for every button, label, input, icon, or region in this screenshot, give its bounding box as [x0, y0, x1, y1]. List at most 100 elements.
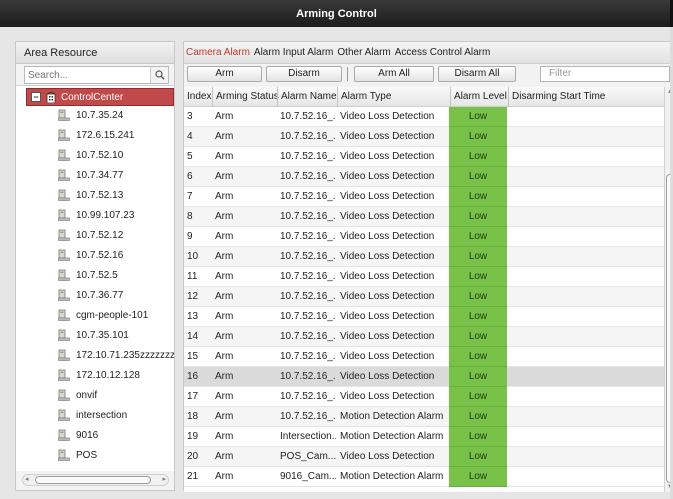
table-row[interactable]: 15 Arm 10.7.52.16_... Video Loss Detection L… [184, 347, 664, 367]
tab-other-alarm[interactable]: Other Alarm [335, 42, 392, 64]
disarm-all-button[interactable]: Disarm All [438, 66, 516, 82]
table-row[interactable]: 21 Arm 9016_Cam... Motion Detection Alarm Lo… [184, 467, 664, 487]
tree-device-item[interactable]: 10.7.52.12 [58, 226, 123, 244]
cell-index: 13 [187, 311, 199, 322]
tree-device-item[interactable]: 10.7.35.24 [58, 106, 123, 124]
table-row[interactable]: 9 Arm 10.7.52.16_... Video Loss Detection Lo… [184, 227, 664, 247]
tree-device-item[interactable]: 10.7.52.5 [58, 266, 118, 284]
table-row[interactable]: 11 Arm 10.7.52.16_... Video Loss Detection L… [184, 267, 664, 287]
table-row[interactable]: 10 Arm 10.7.52.16_... Video Loss Detection L… [184, 247, 664, 267]
cell-index: 12 [187, 291, 199, 302]
column-header-alarm-type[interactable]: Alarm Type [337, 87, 391, 107]
tree-device-item[interactable]: cgm-people-101 [58, 306, 148, 324]
tree-root-controlcenter[interactable]: − ControlCenter [26, 88, 174, 106]
table-row[interactable]: 6 Arm 10.7.52.16_... Video Loss Detection Lo… [184, 167, 664, 187]
tree-device-label: 9016 [76, 429, 99, 441]
cell-arming-status: Arm [215, 351, 234, 362]
area-resource-panel: Area Resource − ControlCenter 10.7.35.24… [15, 41, 175, 491]
tree-device-item[interactable]: 9016 [58, 426, 98, 444]
tree-device-label: 10.7.52.16 [76, 249, 124, 261]
tab-access-control-alarm[interactable]: Access Control Alarm [393, 42, 493, 64]
tab-camera-alarm[interactable]: Camera Alarm [184, 42, 252, 64]
cell-alarm-name: 10.7.52.16_... [280, 131, 336, 142]
cell-index: 17 [187, 391, 199, 402]
column-header-alarm-name[interactable]: Alarm Name [277, 87, 337, 107]
cell-alarm-name: 10.7.52.16_... [280, 291, 336, 302]
arm-button[interactable]: Arm [187, 66, 262, 82]
tree-device-item[interactable]: 10.7.35.101 [58, 326, 129, 344]
cell-alarm-level: Low [449, 407, 507, 427]
tree-device-item[interactable]: 172.6.15.241 [58, 126, 134, 144]
tree-device-label: 172.10.71.235zzzzzzzzzz [76, 349, 174, 361]
table-row[interactable]: 16 Arm 10.7.52.16_... Video Loss Detection L… [184, 367, 664, 387]
cell-arming-status: Arm [215, 271, 234, 282]
tree-device-item[interactable]: onvif [58, 386, 97, 404]
cell-index: 18 [187, 411, 199, 422]
cell-arming-status: Arm [215, 411, 234, 422]
table-row[interactable]: 8 Arm 10.7.52.16_... Video Loss Detection Lo… [184, 207, 664, 227]
cell-alarm-type: Video Loss Detection [340, 191, 435, 202]
tree-device-item[interactable]: 10.7.52.16 [58, 246, 123, 264]
tree-horizontal-scrollbar[interactable]: ◂ ▸ [22, 474, 169, 486]
cell-alarm-name: 10.7.52.16_... [280, 371, 336, 382]
search-input[interactable] [25, 67, 149, 83]
column-header-arming-status[interactable]: Arming Status [212, 87, 279, 107]
cell-alarm-level: Low [449, 367, 507, 387]
table-row[interactable]: 17 Arm 10.7.52.16_... Video Loss Detection L… [184, 387, 664, 407]
tree-scroll-thumb[interactable] [35, 476, 151, 484]
tree-device-item[interactable]: 10.7.52.13 [58, 186, 123, 204]
scroll-left-icon[interactable]: ◂ [25, 475, 29, 485]
tree-device-item[interactable]: 10.7.34.77 [58, 166, 123, 184]
column-header-alarm-level[interactable]: Alarm Level [450, 87, 507, 107]
cell-alarm-type: Video Loss Detection [340, 351, 435, 362]
building-icon [46, 91, 56, 103]
table-row[interactable]: 12 Arm 10.7.52.16_... Video Loss Detection L… [184, 287, 664, 307]
cell-alarm-name: 10.7.52.16_... [280, 191, 336, 202]
cell-index: 15 [187, 351, 199, 362]
tree-device-item[interactable]: 10.7.36.77 [58, 286, 123, 304]
cell-alarm-level: Low [449, 267, 507, 287]
cell-index: 8 [187, 211, 193, 222]
tree-device-item[interactable]: 172.10.12.128 [58, 366, 140, 384]
cell-index: 5 [187, 151, 193, 162]
column-header-disarming-start-time[interactable]: Disarming Start Time [508, 87, 605, 107]
tree-device-label: 10.7.35.24 [76, 109, 124, 121]
table-row[interactable]: 14 Arm 10.7.52.16_... Video Loss Detection L… [184, 327, 664, 347]
scroll-right-icon[interactable]: ▸ [162, 475, 166, 485]
cell-index: 3 [187, 111, 193, 122]
tree-device-item[interactable]: 10.99.107.23 [58, 206, 134, 224]
table-row[interactable]: 5 Arm 10.7.52.16_... Video Loss Detection Lo… [184, 147, 664, 167]
tree-device-item[interactable]: 172.10.71.235zzzzzzzzzz [58, 346, 174, 364]
cell-arming-status: Arm [215, 251, 234, 262]
filter-input[interactable]: Filter [540, 66, 670, 82]
table-row[interactable]: 3 Arm 10.7.52.16_... Video Loss Detection Lo… [184, 107, 664, 127]
cell-alarm-name: 10.7.52.16_... [280, 111, 336, 122]
encoder-device-icon [58, 149, 70, 161]
cell-arming-status: Arm [215, 171, 234, 182]
table-row[interactable]: 18 Arm 10.7.52.16_... Motion Detection Alar… [184, 407, 664, 427]
tree-device-item[interactable]: 10.7.52.10 [58, 146, 123, 164]
collapse-icon[interactable]: − [31, 92, 41, 102]
cell-arming-status: Arm [215, 391, 234, 402]
table-row[interactable]: 4 Arm 10.7.52.16_... Video Loss Detection Lo… [184, 127, 664, 147]
table-row[interactable]: 19 Arm Intersection... Motion Detection Ala… [184, 427, 664, 447]
cell-alarm-name: 10.7.52.16_... [280, 351, 336, 362]
cell-arming-status: Arm [215, 131, 234, 142]
cell-alarm-name: 10.7.52.16_... [280, 271, 336, 282]
encoder-device-icon [58, 269, 70, 281]
column-header-index[interactable]: Index [187, 87, 211, 107]
table-row[interactable]: 20 Arm POS_Cam... Video Loss Detection Low [184, 447, 664, 467]
disarm-button[interactable]: Disarm [266, 66, 342, 82]
tab-alarm-input-alarm[interactable]: Alarm Input Alarm [252, 42, 335, 64]
cell-alarm-type: Video Loss Detection [340, 251, 435, 262]
tree-device-item[interactable]: POS [58, 446, 97, 464]
tree-device-item[interactable]: intersection [58, 406, 127, 424]
search-button[interactable] [150, 67, 168, 83]
cell-arming-status: Arm [215, 211, 234, 222]
table-row[interactable]: 13 Arm 10.7.52.16_... Video Loss Detection L… [184, 307, 664, 327]
cell-alarm-level: Low [449, 167, 507, 187]
table-row[interactable]: 7 Arm 10.7.52.16_... Video Loss Detection Lo… [184, 187, 664, 207]
cell-alarm-name: 10.7.52.16_... [280, 391, 336, 402]
arm-all-button[interactable]: Arm All [354, 66, 434, 82]
cell-alarm-name: 9016_Cam... [280, 471, 336, 482]
